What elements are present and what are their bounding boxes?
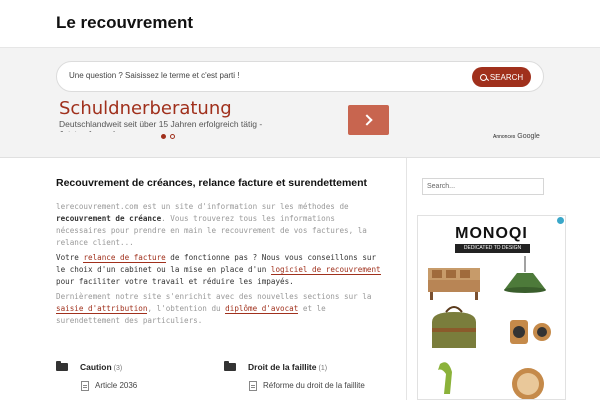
main-content: Recouvrement de créances, relance factur…: [56, 176, 386, 327]
document-icon: [249, 381, 257, 391]
document-icon: [81, 381, 89, 391]
intro-paragraph: lerecouvrement.com est un site d'informa…: [56, 201, 386, 249]
sideboard-image: [428, 268, 480, 300]
search-icon: [479, 73, 487, 81]
wooden-speaker-image: [510, 320, 551, 344]
category-count: (3): [113, 365, 123, 372]
category-title[interactable]: Droit de la faillite (1): [248, 362, 327, 372]
news-text: Dernièrement notre site s'enrichit avec …: [56, 292, 372, 301]
ad-brand-logo: MONOQI: [455, 225, 528, 242]
folder-icon: [224, 361, 236, 371]
category-article-link[interactable]: Article 2036: [95, 381, 137, 390]
ad-search-button-label: SEARCH: [489, 72, 524, 82]
ad-dot[interactable]: [170, 134, 175, 139]
news-paragraph: Dernièrement notre site s'enrichit avec …: [56, 291, 386, 327]
category-name: Droit de la faillite: [248, 362, 317, 372]
ad-description: Deutschlandweit seit über 15 Jahren erfo…: [59, 119, 263, 132]
annonces-label: Annonces: [493, 134, 516, 140]
pendant-lamp-image: [504, 256, 546, 293]
services-paragraph: Votre relance de facture de fonctionne p…: [56, 252, 386, 288]
ad-dot-active[interactable]: [161, 134, 166, 139]
clock-image: [512, 368, 544, 399]
post-title: Recouvrement de créances, relance factur…: [56, 177, 368, 189]
intro-text: lerecouvrement.com est un site d'informa…: [56, 202, 349, 211]
sidebar-divider: [406, 158, 407, 400]
news-text-mid: , l'obtention du: [147, 304, 226, 313]
ad-banner: Une question ? Saisissez le terme et c'e…: [0, 47, 600, 158]
ad-title[interactable]: Schuldnerberatung: [59, 98, 232, 119]
relance-facture-link[interactable]: relance de facture: [83, 253, 166, 263]
ad-attribution[interactable]: Annonces Google: [493, 133, 540, 140]
folder-icon: [56, 361, 68, 371]
ad-search-input[interactable]: Une question ? Saisissez le terme et c'e…: [69, 71, 240, 80]
chair-image: [438, 362, 452, 394]
adchoices-icon[interactable]: [557, 217, 564, 224]
chevron-right-icon: [361, 114, 373, 126]
sidebar-ad[interactable]: MONOQI DEDICATED TO DESIGN: [417, 215, 566, 400]
logiciel-recouvrement-link[interactable]: logiciel de recouvrement: [270, 265, 381, 275]
sidebar-search-placeholder: Search...: [427, 183, 456, 190]
ad-pagination: [161, 134, 175, 139]
site-header: Le recouvrement: [0, 0, 600, 47]
diplome-avocat-link[interactable]: diplôme d'avocat: [225, 304, 299, 314]
duffel-bag-image: [432, 306, 476, 348]
category-article-link[interactable]: Réforme du droit de la faillite: [263, 381, 365, 390]
saisie-attribution-link[interactable]: saisie d'attribution: [56, 304, 148, 314]
ad-product-images: [428, 256, 551, 399]
category-count: (1): [318, 365, 328, 372]
ad-search-button[interactable]: SEARCH: [472, 67, 531, 87]
ad-search-bar[interactable]: Une question ? Saisissez le terme et c'e…: [56, 61, 544, 92]
sidebar-search-input[interactable]: Search...: [422, 178, 544, 195]
google-logo: Google: [517, 133, 540, 140]
services-text: Votre: [56, 253, 84, 262]
category-name: Caution: [80, 362, 112, 372]
services-text-end: pour faciliter votre travail et réduire …: [56, 277, 294, 286]
category-title[interactable]: Caution (3): [80, 362, 122, 372]
ad-next-button[interactable]: [348, 105, 389, 135]
intro-bold: recouvrement de créance: [56, 214, 162, 223]
site-title[interactable]: Le recouvrement: [56, 13, 193, 33]
ad-brand-tagline: DEDICATED TO DESIGN: [455, 244, 530, 253]
